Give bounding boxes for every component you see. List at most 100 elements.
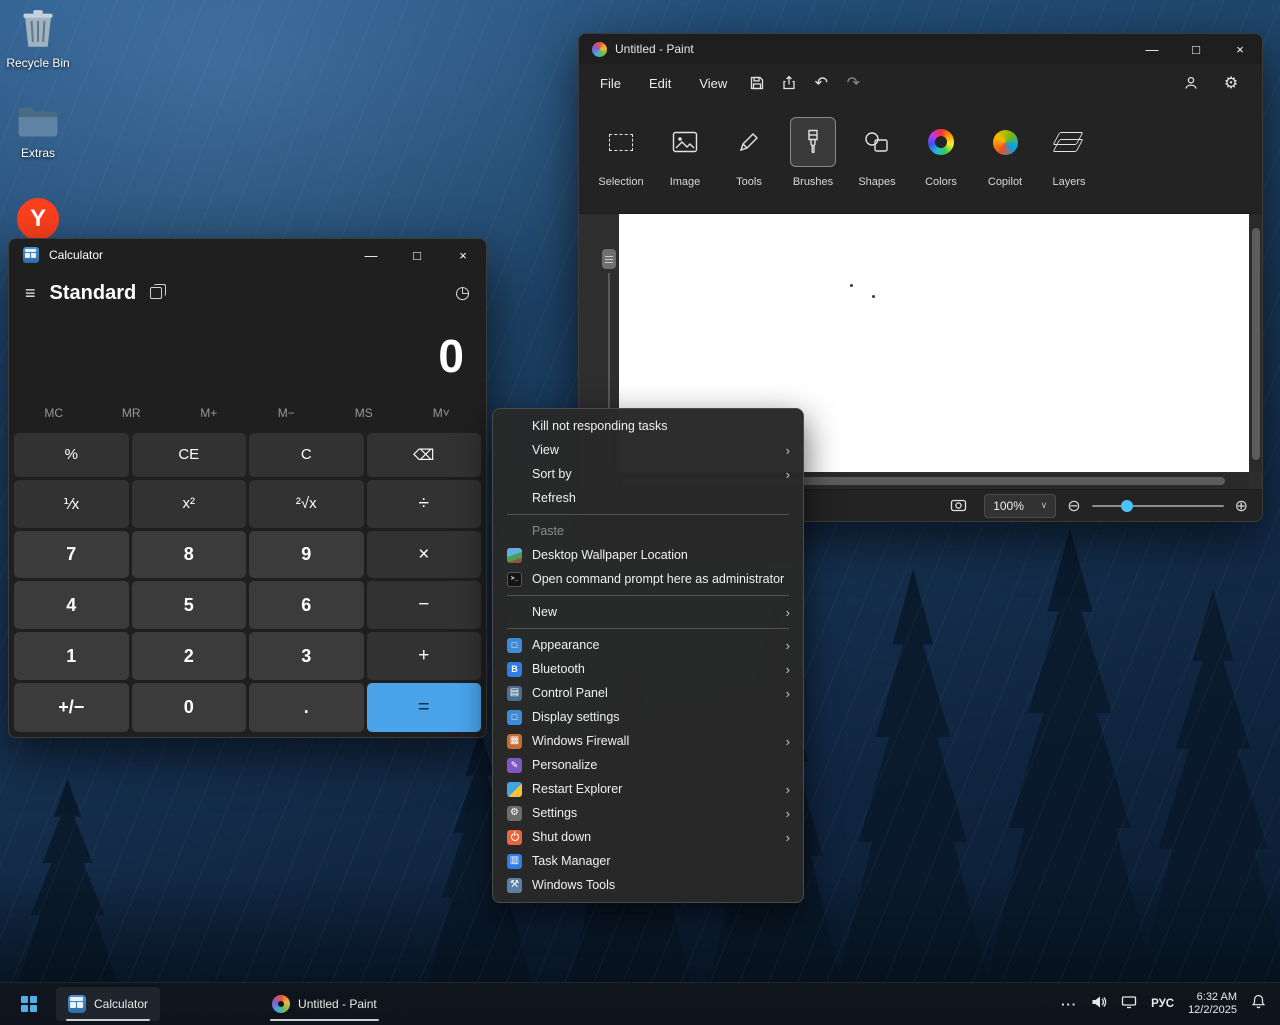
tray-overflow-button[interactable]: ··· (1061, 997, 1077, 1012)
digit-0-key[interactable]: 0 (131, 683, 246, 732)
desktop[interactable]: Recycle Bin Extras Y Untitled - Paint — … (0, 0, 1280, 1025)
tool-group-layers[interactable]: Layers (1037, 102, 1101, 213)
account-icon[interactable] (1176, 70, 1206, 96)
digit-1-key[interactable]: 1 (14, 632, 129, 681)
menu-file[interactable]: File (587, 70, 634, 97)
digit-3-key[interactable]: 3 (249, 632, 364, 681)
context-menu-item-new[interactable]: New › (497, 600, 799, 624)
memory-subtract-button[interactable]: M− (248, 397, 326, 429)
tool-group-brushes[interactable]: Brushes (781, 102, 845, 213)
volume-icon[interactable] (1091, 995, 1107, 1014)
divide-key[interactable]: ÷ (366, 479, 481, 528)
zoom-slider-thumb[interactable] (1120, 499, 1133, 512)
multiply-key[interactable]: × (366, 530, 481, 579)
context-menu-item-windows-tools[interactable]: ⚒ Windows Tools (497, 873, 799, 897)
decimal-key[interactable]: . (249, 683, 364, 732)
close-button[interactable]: × (440, 239, 486, 271)
menu-view[interactable]: View (686, 70, 740, 97)
minimize-button[interactable]: — (348, 239, 394, 271)
scrollbar-thumb[interactable] (1252, 228, 1260, 460)
context-menu-item-wallpaper-location[interactable]: Desktop Wallpaper Location (497, 543, 799, 567)
save-icon[interactable] (742, 70, 772, 96)
context-menu-item-appearance[interactable]: □ Appearance › (497, 633, 799, 657)
square-key[interactable]: x² (131, 479, 246, 528)
context-menu-item-personalize[interactable]: ✎ Personalize (497, 753, 799, 777)
desktop-icon-yandex[interactable]: Y (0, 198, 76, 240)
minus-key[interactable]: − (366, 581, 481, 630)
taskbar-item-paint[interactable]: Untitled - Paint (260, 987, 389, 1021)
context-menu-item-refresh[interactable]: Refresh (497, 486, 799, 510)
tool-group-colors[interactable]: Colors (909, 102, 973, 213)
desktop-icon-recycle-bin[interactable]: Recycle Bin (0, 8, 76, 70)
context-menu-item-cmd-admin[interactable]: >_ Open command prompt here as administr… (497, 567, 799, 591)
digit-2-key[interactable]: 2 (131, 632, 246, 681)
minimize-button[interactable]: — (1130, 34, 1174, 64)
zoom-out-icon[interactable]: ⊖ (1067, 496, 1080, 516)
calculator-titlebar[interactable]: Calculator — □ × (9, 239, 486, 271)
tool-group-shapes[interactable]: Shapes (845, 102, 909, 213)
reciprocal-key[interactable]: ⅟x (14, 479, 129, 528)
square-root-key[interactable]: ²√x (249, 479, 364, 528)
slider-grip[interactable] (602, 249, 616, 269)
clear-entry-key[interactable]: CE (131, 433, 246, 477)
close-button[interactable]: × (1218, 34, 1262, 64)
memory-recall-button[interactable]: MR (93, 397, 171, 429)
context-menu-item-kill-tasks[interactable]: Kill not responding tasks (497, 414, 799, 438)
zoom-level-dropdown[interactable]: 100% ∨ (984, 493, 1057, 518)
equals-key[interactable]: = (366, 683, 481, 732)
clock[interactable]: 6:32 AM 12/2/2025 (1188, 991, 1237, 1017)
memory-add-button[interactable]: M+ (170, 397, 248, 429)
tool-group-selection[interactable]: Selection (589, 102, 653, 213)
paint-titlebar[interactable]: Untitled - Paint — □ × (579, 34, 1262, 64)
digit-6-key[interactable]: 6 (249, 581, 364, 630)
yandex-browser-icon: Y (17, 198, 59, 240)
notification-bell-icon[interactable] (1251, 994, 1266, 1014)
plus-key[interactable]: + (366, 632, 481, 681)
memory-clear-button[interactable]: MC (15, 397, 93, 429)
start-button[interactable] (10, 987, 48, 1021)
tool-group-tools[interactable]: Tools (717, 102, 781, 213)
keep-on-top-icon[interactable] (150, 284, 167, 299)
digit-4-key[interactable]: 4 (14, 581, 129, 630)
tool-group-image[interactable]: Image (653, 102, 717, 213)
menu-edit[interactable]: Edit (636, 70, 684, 97)
undo-icon[interactable]: ↶ (806, 70, 836, 96)
maximize-button[interactable]: □ (394, 239, 440, 271)
context-menu-item-settings[interactable]: ⚙ Settings › (497, 801, 799, 825)
context-menu-item-shut-down[interactable]: Shut down › (497, 825, 799, 849)
tool-group-copilot[interactable]: Copilot (973, 102, 1037, 213)
context-menu-item-control-panel[interactable]: ▤ Control Panel › (497, 681, 799, 705)
zoom-in-icon[interactable]: ⊕ (1235, 496, 1248, 516)
context-menu-item-view[interactable]: View › (497, 438, 799, 462)
context-menu-item-task-manager[interactable]: ▥ Task Manager (497, 849, 799, 873)
context-menu-item-restart-explorer[interactable]: Restart Explorer › (497, 777, 799, 801)
memory-store-button[interactable]: MS (325, 397, 403, 429)
context-menu-item-display-settings[interactable]: □ Display settings (497, 705, 799, 729)
taskbar-item-label: Calculator (94, 997, 149, 1011)
hamburger-menu-icon[interactable]: ≡ (25, 283, 36, 304)
negate-key[interactable]: +/− (14, 683, 129, 732)
screenshot-icon[interactable] (943, 493, 973, 519)
clear-key[interactable]: C (249, 433, 364, 477)
context-menu-item-windows-firewall[interactable]: ▦ Windows Firewall › (497, 729, 799, 753)
context-menu-item-sort-by[interactable]: Sort by › (497, 462, 799, 486)
memory-flyout-button[interactable]: M˅ (403, 397, 481, 429)
digit-5-key[interactable]: 5 (131, 581, 246, 630)
share-icon[interactable] (774, 70, 804, 96)
digit-9-key[interactable]: 9 (249, 530, 364, 579)
digit-8-key[interactable]: 8 (131, 530, 246, 579)
context-menu-item-bluetooth[interactable]: B Bluetooth › (497, 657, 799, 681)
backspace-key[interactable]: ⌫ (366, 433, 481, 477)
language-indicator[interactable]: РУС (1151, 998, 1174, 1010)
display-tray-icon[interactable] (1121, 995, 1137, 1014)
maximize-button[interactable]: □ (1174, 34, 1218, 64)
settings-gear-icon[interactable]: ⚙ (1216, 70, 1246, 96)
redo-icon[interactable]: ↷ (838, 70, 868, 96)
zoom-slider[interactable] (1091, 499, 1224, 513)
desktop-icon-extras[interactable]: Extras (0, 104, 76, 160)
vertical-scrollbar[interactable] (1250, 214, 1262, 472)
history-icon[interactable]: ◷ (455, 283, 470, 303)
taskbar-item-calculator[interactable]: Calculator (56, 987, 161, 1021)
digit-7-key[interactable]: 7 (14, 530, 129, 579)
percent-key[interactable]: % (14, 433, 129, 477)
